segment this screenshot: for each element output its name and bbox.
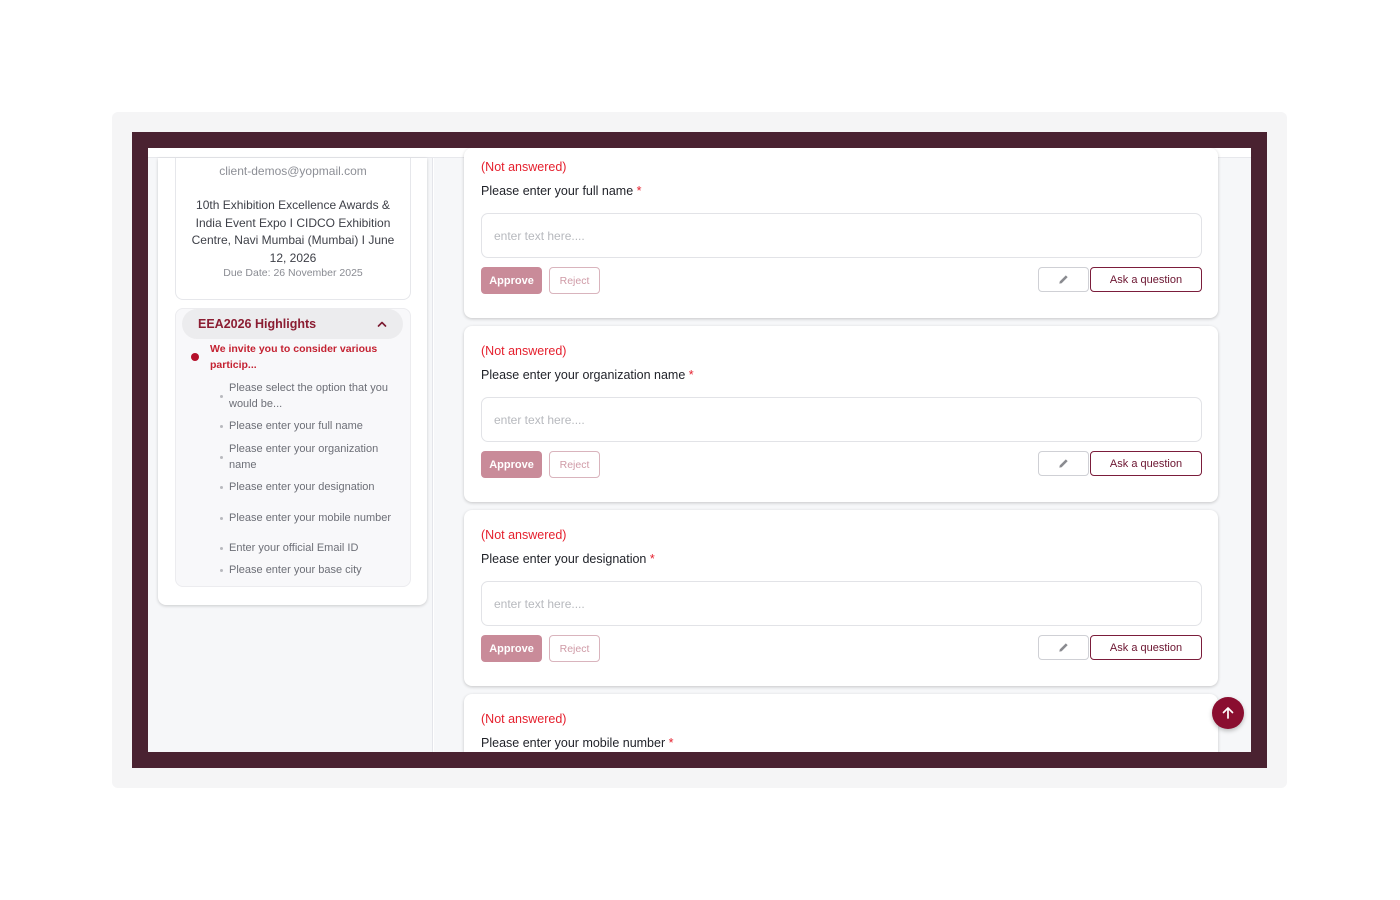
highlights-header[interactable]: EEA2026 Highlights [182,309,403,339]
bullet-dot [220,455,223,459]
due-date: Due Date: 26 November 2025 [223,267,363,279]
ask-question-button[interactable]: Ask a question [1090,451,1202,476]
active-section-bullet [191,353,199,361]
reject-button[interactable]: Reject [549,635,600,662]
answer-input[interactable] [481,213,1202,258]
event-info-box: client-demos@yopmail.com 10th Exhibition… [175,158,411,300]
pencil-icon [1059,275,1068,284]
highlights-item[interactable]: Please select the option that you would … [216,377,402,415]
bullet-dot [220,425,223,428]
bullet-dot [220,569,223,572]
question-card: (Not answered) Please enter your mobile … [464,694,1218,752]
bullet-dot [220,547,223,550]
required-mark: * [636,184,642,198]
bullet-dot [220,395,223,398]
pencil-icon [1059,459,1068,468]
edit-button[interactable] [1038,451,1089,476]
client-email: client-demos@yopmail.com [219,164,367,178]
highlights-item[interactable]: Please enter your mobile number [216,498,402,537]
answer-status: (Not answered) [481,160,567,174]
highlights-item[interactable]: Please enter your designation [216,476,402,498]
highlights-item[interactable]: Enter your official Email ID [216,537,402,559]
required-mark: * [688,368,694,382]
answer-status: (Not answered) [481,528,567,542]
ask-question-button[interactable]: Ask a question [1090,267,1202,292]
answer-input[interactable] [481,581,1202,626]
answer-status: (Not answered) [481,712,567,726]
edit-button[interactable] [1038,267,1089,292]
highlights-item[interactable]: Please enter your base city [216,559,402,581]
app-screen: client-demos@yopmail.com 10th Exhibition… [148,148,1251,752]
bullet-dot [220,516,223,520]
reject-button[interactable]: Reject [549,451,600,478]
device-frame: client-demos@yopmail.com 10th Exhibition… [132,132,1267,768]
highlights-panel: EEA2026 Highlights We invite you to cons… [175,308,411,587]
reject-button[interactable]: Reject [549,267,600,294]
approve-button[interactable]: Approve [481,267,542,294]
chevron-up-icon[interactable] [375,317,389,331]
sidebar: client-demos@yopmail.com 10th Exhibition… [148,158,433,752]
highlights-list: Please select the option that you would … [216,377,402,581]
sidebar-card: client-demos@yopmail.com 10th Exhibition… [158,158,427,605]
pencil-icon [1059,643,1068,652]
arrow-up-icon [1222,707,1234,719]
approve-button[interactable]: Approve [481,451,542,478]
event-title: 10th Exhibition Excellence Awards & Indi… [191,198,395,265]
question-label: Please enter your organization name * [481,368,694,382]
question-label: Please enter your designation * [481,552,655,566]
question-label: Please enter your full name * [481,184,642,198]
highlights-title: EEA2026 Highlights [198,317,317,331]
question-card: (Not answered) Please enter your full na… [464,148,1218,318]
approve-button[interactable]: Approve [481,635,542,662]
questions-panel: (Not answered) Please enter your full na… [434,148,1251,752]
answer-input[interactable] [481,397,1202,442]
scroll-to-top-button[interactable] [1212,697,1244,729]
highlights-item[interactable]: Please enter your organization name [216,437,402,476]
required-mark: * [649,552,655,566]
required-mark: * [668,736,674,750]
ask-question-button[interactable]: Ask a question [1090,635,1202,660]
highlights-active-item[interactable]: We invite you to consider various partic… [210,341,390,373]
question-label: Please enter your mobile number * [481,736,674,750]
highlights-item[interactable]: Please enter your full name [216,415,402,437]
answer-status: (Not answered) [481,344,567,358]
question-card: (Not answered) Please enter your organiz… [464,326,1218,502]
question-card: (Not answered) Please enter your designa… [464,510,1218,686]
edit-button[interactable] [1038,635,1089,660]
bullet-dot [220,486,223,489]
